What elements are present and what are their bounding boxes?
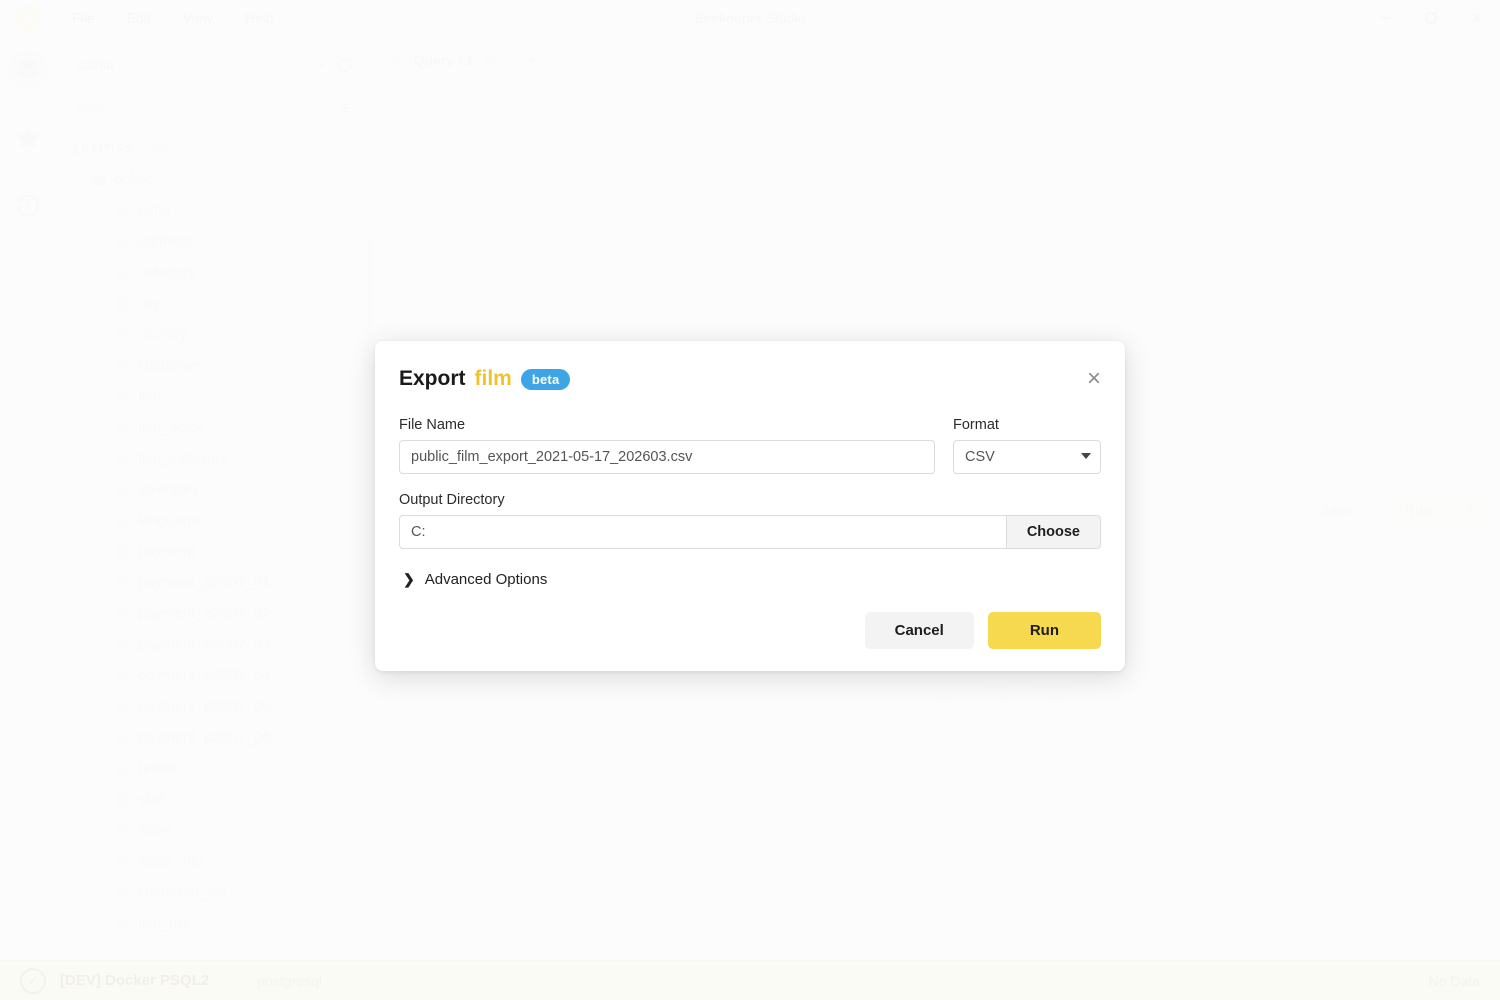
output-dir-field-group: Output Directory Choose	[399, 492, 1101, 549]
close-icon[interactable]: ×	[1087, 367, 1101, 391]
beta-badge: beta	[520, 368, 571, 390]
output-directory-input[interactable]	[399, 515, 1006, 549]
advanced-options-toggle[interactable]: ❯ Advanced Options	[403, 571, 1101, 588]
format-select-wrap: CSVJSONSQLMarkdown	[953, 440, 1101, 474]
chevron-right-icon: ❯	[403, 571, 415, 587]
file-name-label: File Name	[399, 417, 466, 433]
dialog-title-prefix: Export	[399, 367, 466, 390]
cancel-button[interactable]: Cancel	[864, 612, 974, 649]
format-select[interactable]: CSVJSONSQLMarkdown	[953, 440, 1101, 474]
dialog-title: Export film beta	[399, 367, 571, 391]
format-field-group: Format CSVJSONSQLMarkdown	[953, 417, 1101, 474]
dialog-title-table: film	[474, 367, 512, 390]
output-directory-label: Output Directory	[399, 492, 505, 508]
filename-format-row: File Name Format CSVJSONSQLMarkdown	[399, 417, 1101, 474]
choose-button[interactable]: Choose	[1005, 515, 1101, 549]
advanced-options-label: Advanced Options	[424, 571, 548, 588]
run-export-button[interactable]: Run	[987, 612, 1101, 649]
export-dialog: Export film beta × File Name Format CSVJ…	[375, 341, 1125, 671]
dialog-footer: Cancel Run	[399, 612, 1101, 649]
file-name-input[interactable]	[399, 440, 935, 474]
output-directory-group: Choose	[399, 515, 1101, 549]
format-label: Format	[953, 417, 999, 433]
file-name-field-group: File Name	[399, 417, 935, 474]
dialog-header: Export film beta ×	[399, 367, 1101, 391]
